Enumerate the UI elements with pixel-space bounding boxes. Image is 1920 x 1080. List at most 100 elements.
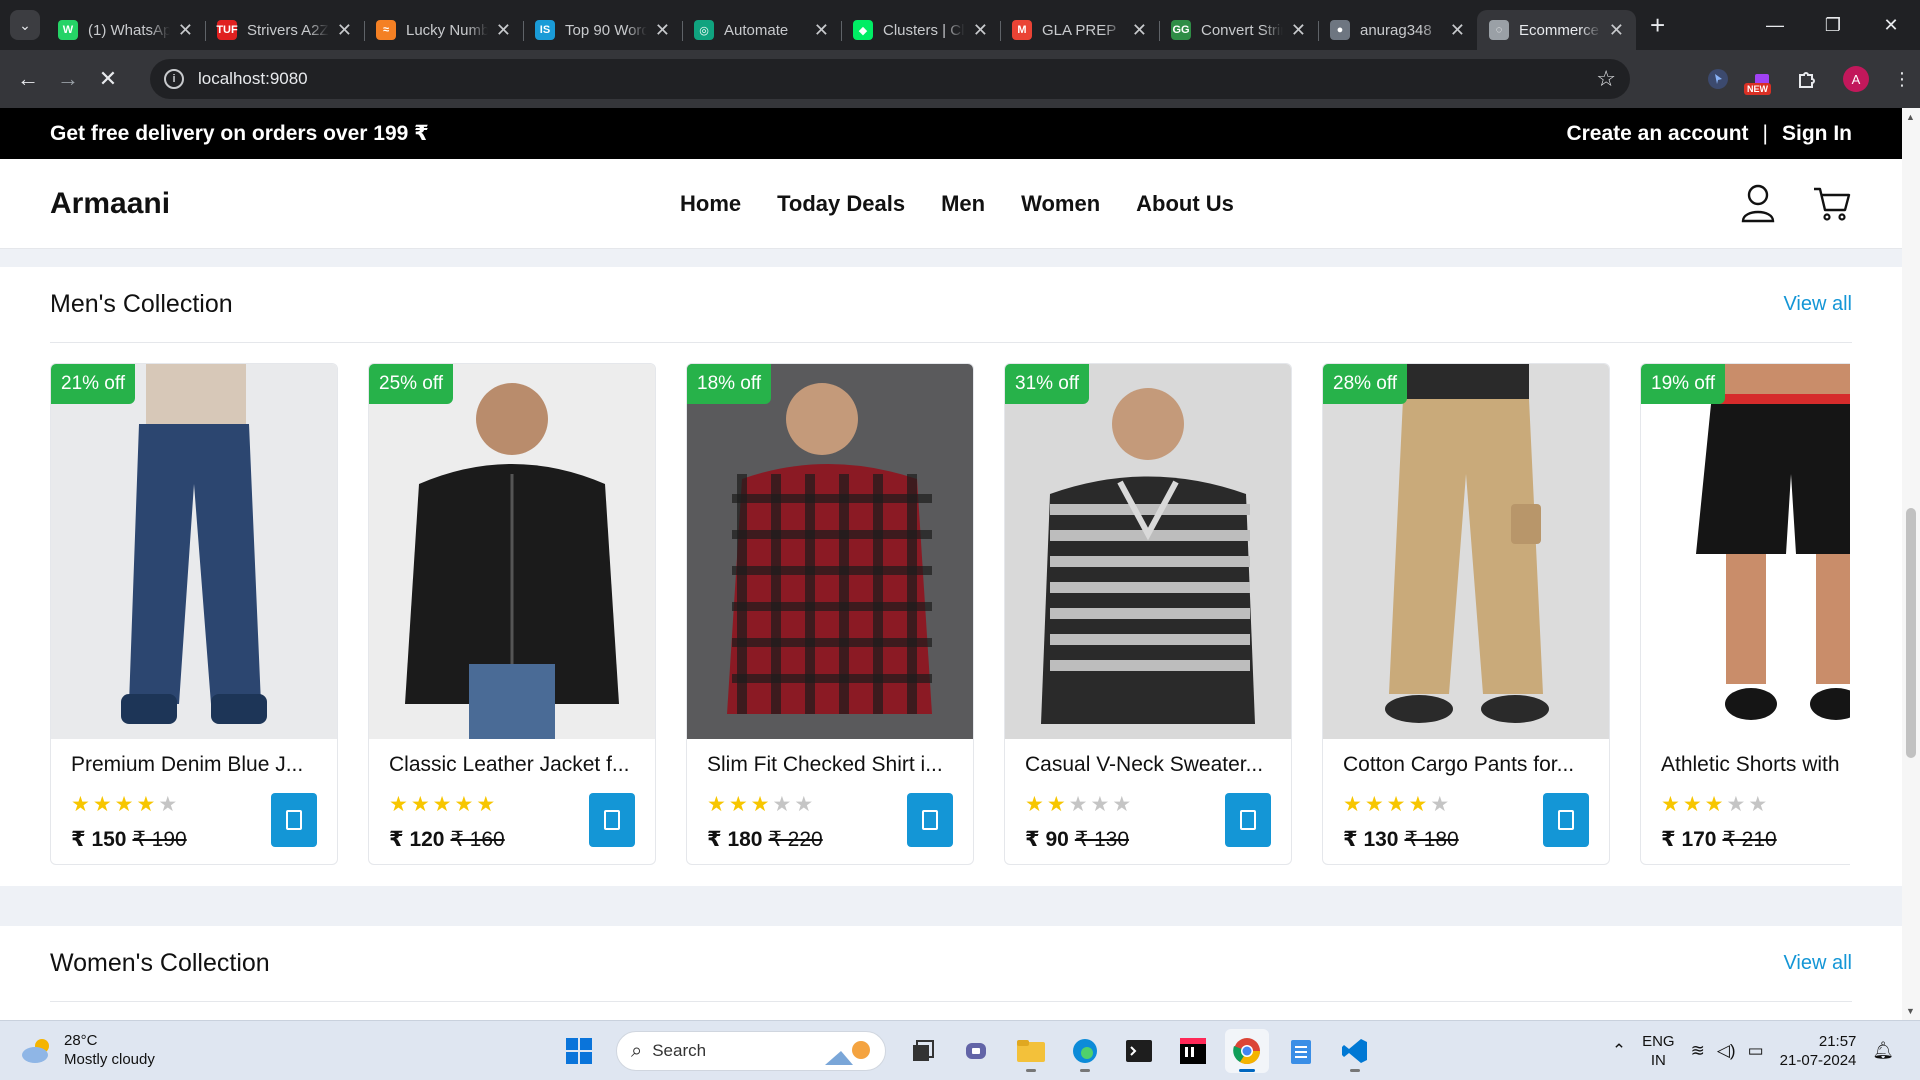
page-scrollbar[interactable]: ▲ ▼ — [1902, 108, 1920, 1020]
create-account-link[interactable]: Create an account — [1566, 122, 1748, 146]
product-name[interactable]: Casual V-Neck Sweater... — [1025, 753, 1275, 777]
minimize-icon[interactable]: — — [1746, 0, 1804, 50]
extension-gift-icon[interactable]: NEW — [1740, 59, 1784, 99]
taskbar-search[interactable]: ⌕ Search — [616, 1031, 886, 1071]
nav-today-deals[interactable]: Today Deals — [777, 191, 905, 217]
product-image-wrap[interactable]: 19% off — [1641, 364, 1850, 739]
tab-close-icon[interactable]: ✕ — [1291, 20, 1306, 41]
extensions-puzzle-icon[interactable] — [1784, 59, 1828, 99]
product-image-wrap[interactable]: 25% off — [369, 364, 655, 739]
add-to-cart-button[interactable] — [271, 793, 317, 847]
vscode-icon[interactable] — [1333, 1029, 1377, 1073]
new-tab-plus-icon[interactable]: + — [1650, 10, 1665, 41]
product-image[interactable] — [369, 364, 655, 739]
site-logo[interactable]: Armaani — [50, 187, 170, 221]
chrome-browser-icon[interactable] — [1225, 1029, 1269, 1073]
nav-women[interactable]: Women — [1021, 191, 1100, 217]
sign-in-link[interactable]: Sign In — [1782, 122, 1852, 146]
browser-tab[interactable]: ◎ Automate ✕ — [682, 10, 841, 50]
scroll-down-arrow-icon[interactable]: ▼ — [1906, 1006, 1915, 1016]
file-explorer-icon[interactable] — [1009, 1029, 1053, 1073]
profile-avatar[interactable]: A — [1828, 59, 1884, 99]
product-image[interactable] — [51, 364, 337, 739]
browser-tab[interactable]: TUF Strivers A2Z ✕ — [205, 10, 364, 50]
wifi-icon[interactable]: ≋ — [1691, 1041, 1705, 1061]
restore-icon[interactable]: ❐ — [1804, 0, 1862, 50]
edge-browser-icon[interactable] — [1063, 1029, 1107, 1073]
tab-close-icon[interactable]: ✕ — [1132, 20, 1147, 41]
terminal-icon[interactable] — [1117, 1029, 1161, 1073]
tray-chevron-up-icon[interactable]: ⌃ — [1612, 1041, 1626, 1061]
intellij-icon[interactable] — [1171, 1029, 1215, 1073]
womens-view-all-link[interactable]: View all — [1783, 952, 1852, 975]
product-card[interactable]: 25% off Classic Leather Jacket f... ★★★★★ ₹… — [368, 363, 656, 865]
product-name[interactable]: Classic Leather Jacket f... — [389, 753, 639, 777]
tab-search-chevron-icon[interactable]: ⌄ — [10, 10, 40, 40]
language-indicator[interactable]: ENG IN — [1642, 1032, 1675, 1070]
nav-men[interactable]: Men — [941, 191, 985, 217]
shopping-cart-icon[interactable] — [1810, 181, 1854, 225]
product-image-wrap[interactable]: 31% off — [1005, 364, 1291, 739]
tab-close-icon[interactable]: ✕ — [814, 20, 829, 41]
notification-bell-icon[interactable]: 🔔︎ — [1872, 1041, 1894, 1061]
product-name[interactable]: Cotton Cargo Pants for... — [1343, 753, 1593, 777]
battery-icon[interactable]: ▭ — [1748, 1041, 1764, 1061]
add-to-cart-button[interactable] — [907, 793, 953, 847]
add-to-cart-button[interactable] — [1225, 793, 1271, 847]
scroll-up-arrow-icon[interactable]: ▲ — [1906, 112, 1915, 122]
forward-arrow-icon[interactable]: → — [48, 59, 88, 99]
browser-tab[interactable]: ≈ Lucky Numbers ✕ — [364, 10, 523, 50]
user-account-icon[interactable] — [1736, 181, 1780, 225]
stop-loading-icon[interactable]: ✕ — [88, 59, 128, 99]
tab-close-icon[interactable]: ✕ — [655, 20, 670, 41]
product-image[interactable] — [1641, 364, 1850, 739]
product-card[interactable]: 21% off Premium Denim Blue J... ★★★★★ ₹ 150… — [50, 363, 338, 865]
address-bar[interactable]: i localhost:9080 ☆ — [150, 59, 1630, 99]
tab-close-icon[interactable]: ✕ — [1609, 20, 1624, 41]
product-image-wrap[interactable]: 21% off — [51, 364, 337, 739]
product-name[interactable]: Athletic Shorts with — [1661, 753, 1850, 777]
tab-close-icon[interactable]: ✕ — [496, 20, 511, 41]
product-image-wrap[interactable]: 18% off — [687, 364, 973, 739]
browser-tab[interactable]: GG Convert String ✕ — [1159, 10, 1318, 50]
product-image[interactable] — [687, 364, 973, 739]
product-card[interactable]: 19% off Athletic Shorts with ★★★★★ ₹ 170 ₹ 2… — [1640, 363, 1850, 865]
product-image[interactable] — [1323, 364, 1609, 739]
browser-tab[interactable]: W (1) WhatsApp ✕ — [46, 10, 205, 50]
extension-cursor-icon[interactable] — [1696, 59, 1740, 99]
product-card[interactable]: 18% off Slim Fit Checked Shirt i... ★★★★★ ₹… — [686, 363, 974, 865]
browser-menu-icon[interactable]: ⋮ — [1884, 59, 1920, 99]
teams-chat-icon[interactable] — [955, 1029, 999, 1073]
product-card[interactable]: 28% off Cotton Cargo Pants for... ★★★★★ ₹ 1… — [1322, 363, 1610, 865]
tab-close-icon[interactable]: ✕ — [337, 20, 352, 41]
notepad-icon[interactable] — [1279, 1029, 1323, 1073]
product-name[interactable]: Premium Denim Blue J... — [71, 753, 321, 777]
back-arrow-icon[interactable]: ← — [8, 59, 48, 99]
nav-about-us[interactable]: About Us — [1136, 191, 1234, 217]
url-text[interactable]: localhost:9080 — [198, 69, 308, 89]
tab-close-icon[interactable]: ✕ — [973, 20, 988, 41]
nav-home[interactable]: Home — [680, 191, 741, 217]
clock[interactable]: 21:57 21-07-2024 — [1780, 1032, 1857, 1070]
volume-icon[interactable]: ◁) — [1717, 1041, 1736, 1061]
site-info-icon[interactable]: i — [164, 69, 184, 89]
browser-tab[interactable]: ◆ Clusters | Cloud ✕ — [841, 10, 1000, 50]
product-image[interactable] — [1005, 364, 1291, 739]
bookmark-star-icon[interactable]: ☆ — [1596, 66, 1616, 92]
close-window-icon[interactable]: ✕ — [1862, 0, 1920, 50]
start-windows-icon[interactable] — [557, 1029, 601, 1073]
browser-tab[interactable]: IS Top 90 Words ✕ — [523, 10, 682, 50]
browser-tab[interactable]: ● anurag348 ✕ — [1318, 10, 1477, 50]
add-to-cart-button[interactable] — [1543, 793, 1589, 847]
task-view-icon[interactable] — [901, 1029, 945, 1073]
scrollbar-thumb[interactable] — [1906, 508, 1916, 758]
tab-close-icon[interactable]: ✕ — [1450, 20, 1465, 41]
mens-view-all-link[interactable]: View all — [1783, 293, 1852, 316]
add-to-cart-button[interactable] — [589, 793, 635, 847]
weather-widget[interactable]: 28°C Mostly cloudy — [20, 1031, 155, 1069]
browser-tab[interactable]: ◌ Ecommerce ✕ — [1477, 10, 1636, 50]
product-name[interactable]: Slim Fit Checked Shirt i... — [707, 753, 957, 777]
product-card[interactable]: 31% off Casual V-Neck Sweater... ★★★★★ ₹ 90… — [1004, 363, 1292, 865]
tab-close-icon[interactable]: ✕ — [178, 20, 193, 41]
product-image-wrap[interactable]: 28% off — [1323, 364, 1609, 739]
